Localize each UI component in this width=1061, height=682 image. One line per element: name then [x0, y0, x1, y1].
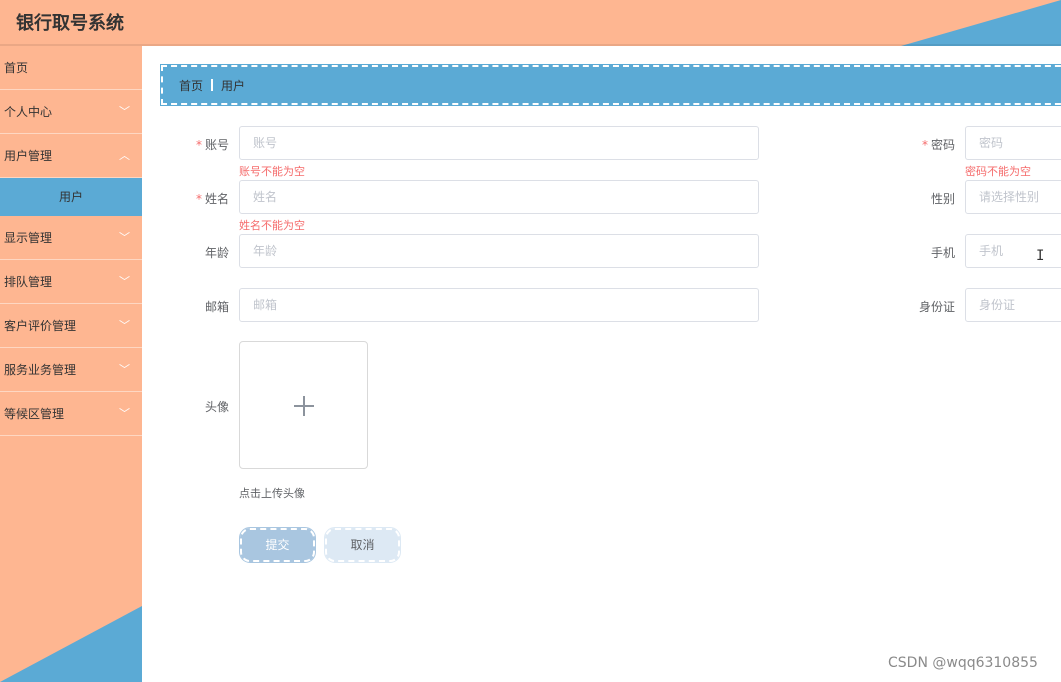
sidebar-item-home[interactable]: 首页 — [0, 46, 142, 90]
header-shadow — [0, 44, 1061, 46]
name-placeholder: 姓名 — [253, 190, 278, 204]
avatar-upload-tip: 点击上传头像 — [239, 487, 305, 500]
sidebar-item-user-management[interactable]: 用户管理 ︿ — [0, 134, 142, 178]
password-label: * 密码 — [885, 136, 955, 153]
gender-label: 性别 — [930, 192, 955, 206]
avatar-label: 头像 — [204, 400, 229, 414]
chevron-down-icon: ﹀ — [119, 275, 130, 288]
sidebar-item-label: 排队管理 — [4, 275, 53, 289]
breadcrumb: 首页 用户 — [160, 64, 1061, 106]
sidebar-item-label: 显示管理 — [4, 231, 53, 245]
chevron-down-icon: ﹀ — [119, 363, 130, 376]
phone-label: 手机 — [930, 246, 955, 260]
phone-input[interactable]: 手机 — [965, 234, 1061, 268]
chevron-down-icon: ﹀ — [119, 231, 130, 244]
name-label: * 姓名 — [159, 190, 229, 207]
gender-select[interactable]: 请选择性别 — [965, 180, 1061, 214]
watermark: CSDN @wqq6310855 — [888, 655, 1038, 671]
email-label: 邮箱 — [204, 300, 229, 314]
account-error: 账号不能为空 — [239, 165, 305, 178]
sidebar: 首页 个人中心 ﹀ 用户管理 ︿ 用户 显示管理 ﹀ 排队管理 ﹀ 客户评价管理… — [0, 46, 142, 682]
breadcrumb-home[interactable]: 首页 — [179, 79, 203, 93]
plus-icon-vertical — [303, 396, 305, 416]
avatar-uploader[interactable] — [239, 341, 368, 469]
name-input[interactable]: 姓名 — [239, 180, 759, 214]
password-error: 密码不能为空 — [965, 165, 1031, 178]
sidebar-subitem-label: 用户 — [58, 190, 83, 204]
password-input[interactable]: 密码 — [965, 126, 1061, 160]
id-card-input[interactable]: 身份证 — [965, 288, 1061, 322]
sidebar-decoration — [0, 606, 142, 682]
sidebar-item-label: 用户管理 — [4, 149, 53, 163]
text-cursor-icon: I — [1036, 248, 1045, 264]
password-placeholder: 密码 — [979, 136, 1004, 150]
required-mark: * — [195, 138, 202, 152]
required-mark: * — [195, 192, 202, 206]
chevron-down-icon: ﹀ — [119, 407, 130, 420]
top-header: 银行取号系统 — [0, 0, 1061, 46]
cancel-button[interactable]: 取消 — [324, 527, 401, 563]
name-error: 姓名不能为空 — [239, 219, 305, 232]
account-placeholder: 账号 — [253, 136, 278, 150]
name-label-text: 姓名 — [204, 192, 229, 206]
sidebar-item-label: 个人中心 — [4, 105, 53, 119]
header-decoration — [901, 0, 1061, 46]
account-input[interactable]: 账号 — [239, 126, 759, 160]
submit-button[interactable]: 提交 — [239, 527, 316, 563]
sidebar-item-display-management[interactable]: 显示管理 ﹀ — [0, 216, 142, 260]
sidebar-item-personal-center[interactable]: 个人中心 ﹀ — [0, 90, 142, 134]
age-placeholder: 年龄 — [253, 244, 278, 258]
sidebar-item-label: 首页 — [4, 61, 29, 75]
email-input[interactable]: 邮箱 — [239, 288, 759, 322]
sidebar-item-customer-review-management[interactable]: 客户评价管理 ﹀ — [0, 304, 142, 348]
sidebar-item-waiting-area-management[interactable]: 等候区管理 ﹀ — [0, 392, 142, 436]
age-label: 年龄 — [204, 246, 229, 260]
account-label: * 账号 — [159, 136, 229, 153]
breadcrumb-current: 用户 — [221, 79, 246, 93]
sidebar-item-label: 客户评价管理 — [4, 319, 77, 333]
required-mark: * — [921, 138, 928, 152]
sidebar-item-service-business-management[interactable]: 服务业务管理 ﹀ — [0, 348, 142, 392]
gender-placeholder: 请选择性别 — [979, 190, 1040, 204]
breadcrumb-separator — [211, 79, 214, 91]
chevron-down-icon: ﹀ — [119, 319, 130, 332]
sidebar-item-queue-management[interactable]: 排队管理 ﹀ — [0, 260, 142, 304]
id-card-placeholder: 身份证 — [979, 298, 1016, 312]
phone-placeholder: 手机 — [979, 244, 1004, 258]
app-title: 银行取号系统 — [16, 13, 124, 34]
email-placeholder: 邮箱 — [253, 298, 278, 312]
account-label-text: 账号 — [204, 138, 229, 152]
chevron-up-icon: ︿ — [119, 149, 130, 162]
password-label-text: 密码 — [930, 138, 955, 152]
breadcrumb-trail: 首页 用户 — [179, 77, 245, 94]
sidebar-item-label: 等候区管理 — [4, 407, 65, 421]
chevron-down-icon: ﹀ — [119, 105, 130, 118]
sidebar-subitem-user[interactable]: 用户 — [0, 178, 142, 216]
age-input[interactable]: 年龄 — [239, 234, 759, 268]
id-card-label: 身份证 — [918, 300, 955, 314]
sidebar-item-label: 服务业务管理 — [4, 363, 77, 377]
